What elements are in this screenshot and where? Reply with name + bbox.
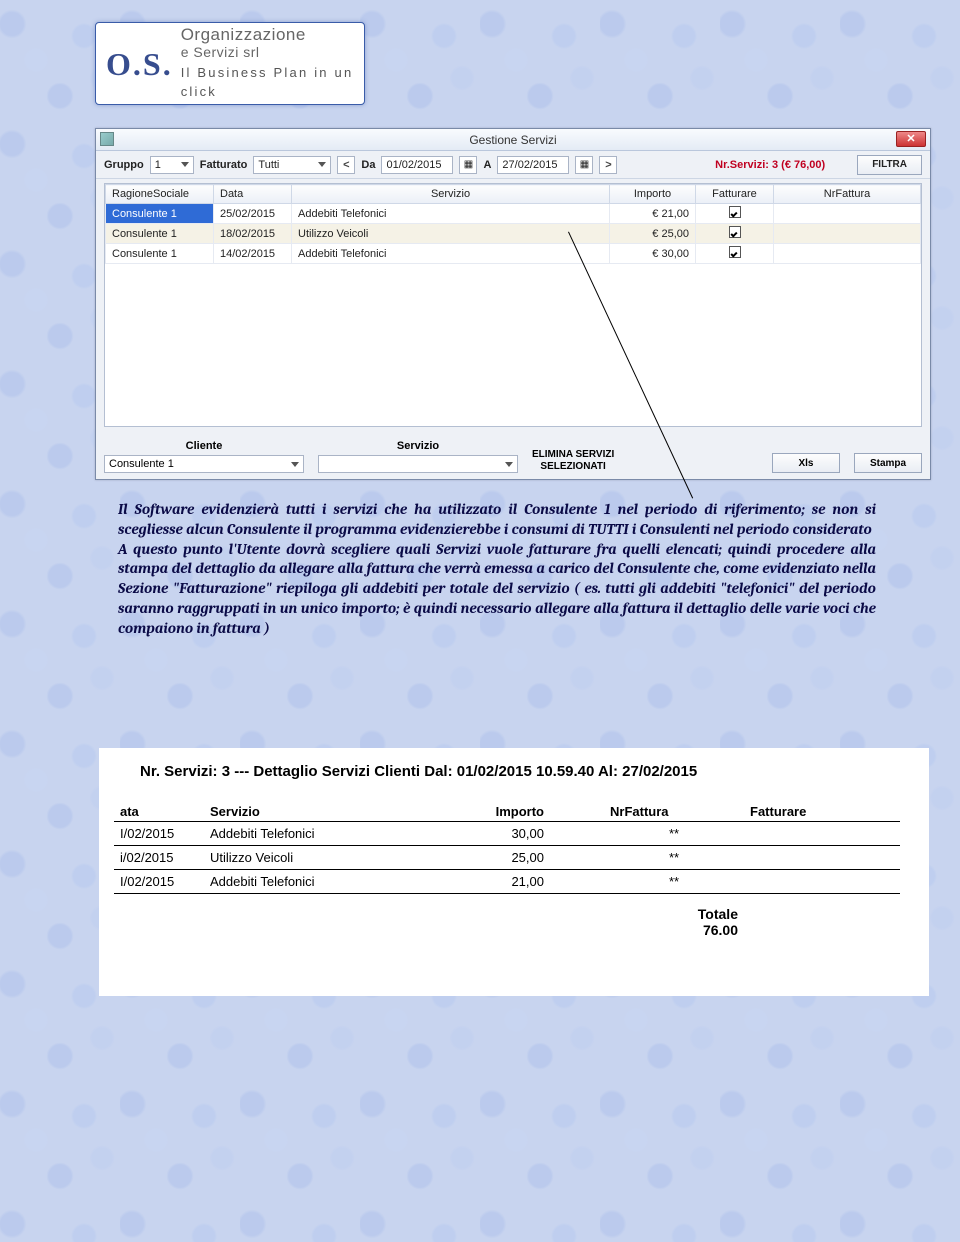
window-title: Gestione Servizi (469, 133, 556, 147)
gestione-servizi-window: Gestione Servizi ✕ Gruppo 1 Fatturato Tu… (95, 128, 931, 480)
fatturato-label: Fatturato (200, 159, 248, 171)
report-row: i/02/2015Utilizzo Veicoli25,00** (114, 846, 900, 870)
body-paragraph: Il Software evidenzierà tutti i servizi … (118, 500, 876, 639)
report-table: ata Servizio Importo NrFattura Fatturare… (114, 802, 900, 942)
fatturato-select[interactable]: Tutti (253, 156, 331, 174)
col-data[interactable]: Data (214, 185, 292, 204)
logo-line1: Organizzazione (181, 26, 354, 45)
gruppo-label: Gruppo (104, 159, 144, 171)
rcol-data: ata (114, 802, 204, 822)
logo-initials: O.S. (106, 48, 173, 80)
xls-button[interactable]: Xls (772, 453, 840, 473)
grid-header-row: RagioneSociale Data Servizio Importo Fat… (106, 185, 921, 204)
logo-tagline: Il Business Plan in un click (181, 64, 354, 100)
logo-box: O.S. Organizzazione e Servizi srl Il Bus… (95, 22, 365, 105)
close-button[interactable]: ✕ (896, 131, 926, 147)
filtra-button[interactable]: FILTRA (857, 155, 922, 175)
logo-text: Organizzazione e Servizi srl Il Business… (181, 26, 354, 100)
table-row[interactable]: Consulente 118/02/2015Utilizzo Veicoli€ … (106, 224, 921, 244)
a-label: A (483, 159, 491, 171)
cliente-combo[interactable]: Consulente 1 (104, 455, 304, 473)
elimina-servizi-label: ELIMINA SERVIZI SELEZIONATI (532, 449, 614, 473)
a-calendar-icon[interactable]: ▦ (575, 156, 593, 174)
report-header: Nr. Servizi: 3 --- Dettaglio Servizi Cli… (140, 763, 900, 780)
col-ragione[interactable]: RagioneSociale (106, 185, 214, 204)
window-footer: Cliente Consulente 1 Servizio ELIMINA SE… (104, 433, 922, 473)
a-date-input[interactable]: 27/02/2015 (497, 156, 569, 174)
rcol-servizio: Servizio (204, 802, 444, 822)
col-nrfattura[interactable]: NrFattura (774, 185, 921, 204)
da-label: Da (361, 159, 375, 171)
fatturare-checkbox[interactable] (729, 226, 741, 238)
report-row: I/02/2015Addebiti Telefonici21,00** (114, 870, 900, 894)
report-row: I/02/2015Addebiti Telefonici30,00** (114, 822, 900, 846)
servizio-label: Servizio (397, 440, 439, 452)
rcol-nrfattura: NrFattura (604, 802, 744, 822)
stampa-button[interactable]: Stampa (854, 453, 922, 473)
window-sys-icon[interactable] (100, 132, 114, 146)
report-panel: Nr. Servizi: 3 --- Dettaglio Servizi Cli… (99, 748, 929, 996)
table-row[interactable]: Consulente 114/02/2015Addebiti Telefonic… (106, 244, 921, 264)
logo-line2: e Servizi srl (181, 45, 354, 60)
servizi-grid[interactable]: RagioneSociale Data Servizio Importo Fat… (104, 183, 922, 427)
da-calendar-icon[interactable]: ▦ (459, 156, 477, 174)
fatturare-checkbox[interactable] (729, 206, 741, 218)
col-servizio[interactable]: Servizio (292, 185, 610, 204)
rcol-fatturare: Fatturare (744, 802, 900, 822)
rcol-importo: Importo (444, 802, 604, 822)
nr-servizi-label: Nr.Servizi: 3 (€ 76,00) (715, 159, 825, 171)
cliente-label: Cliente (186, 440, 223, 452)
prev-button[interactable]: < (337, 156, 355, 174)
report-total-row: Totale76.00 (114, 894, 900, 943)
col-fatturare[interactable]: Fatturare (696, 185, 774, 204)
da-date-input[interactable]: 01/02/2015 (381, 156, 453, 174)
window-titlebar: Gestione Servizi ✕ (96, 129, 930, 151)
fatturare-checkbox[interactable] (729, 246, 741, 258)
col-importo[interactable]: Importo (610, 185, 696, 204)
next-button[interactable]: > (599, 156, 617, 174)
servizio-combo[interactable] (318, 455, 518, 473)
gruppo-select[interactable]: 1 (150, 156, 194, 174)
toolbar: Gruppo 1 Fatturato Tutti < Da 01/02/2015… (96, 151, 930, 179)
table-row[interactable]: Consulente 125/02/2015Addebiti Telefonic… (106, 204, 921, 224)
